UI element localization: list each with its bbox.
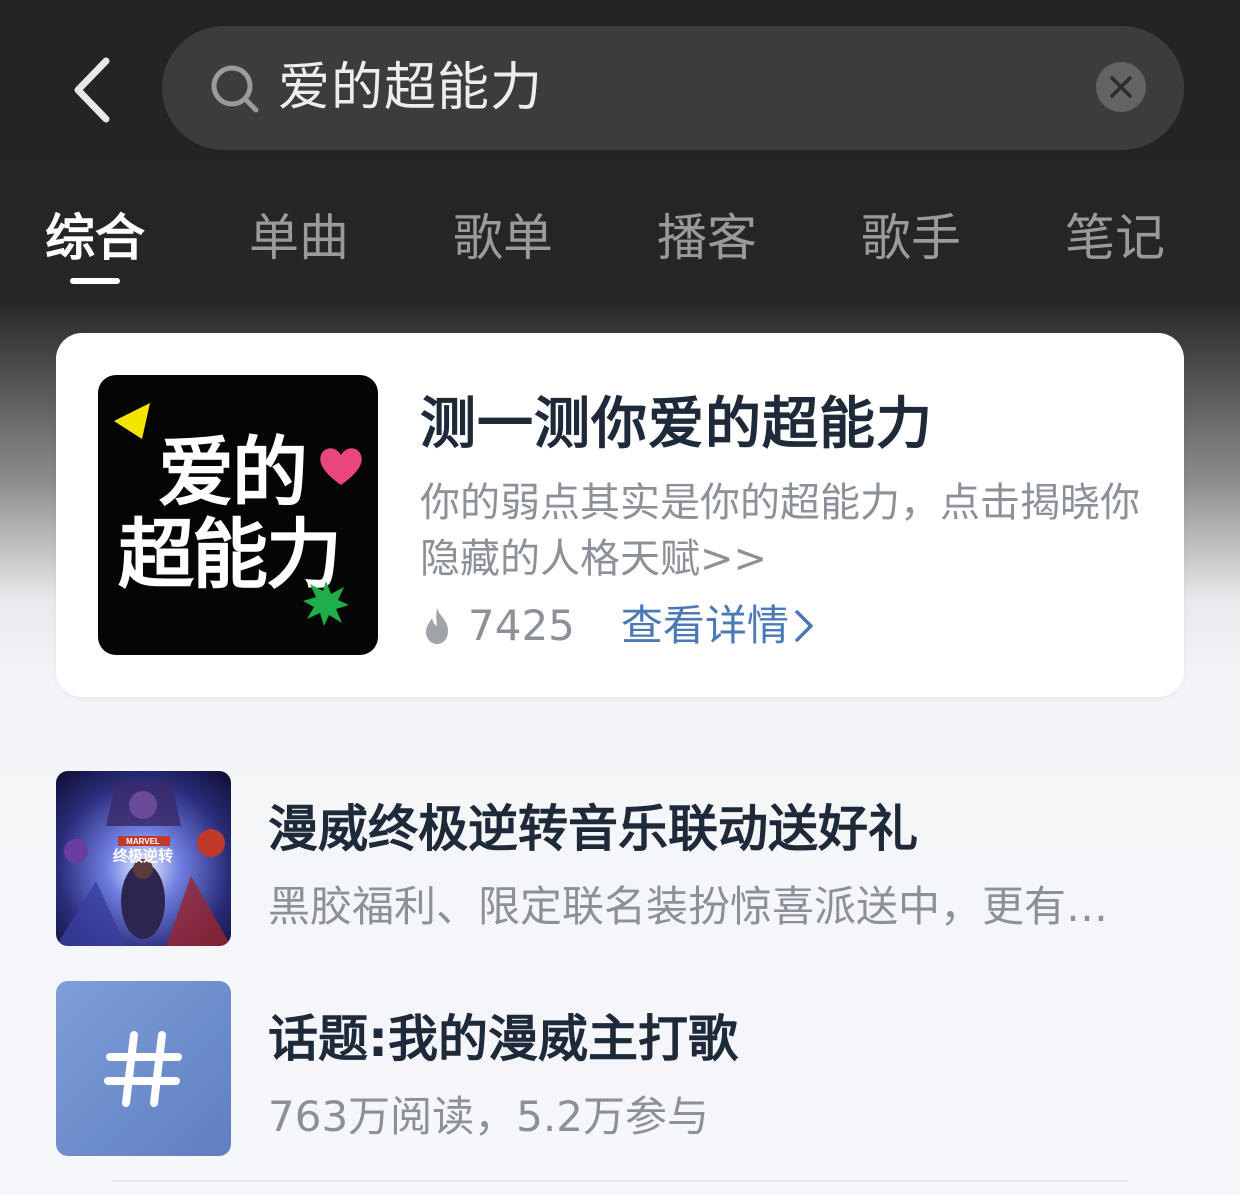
topic-thumbnail (56, 981, 231, 1156)
feature-cover: 爱的 超能力 (98, 375, 378, 655)
active-tab-indicator (70, 278, 120, 284)
search-icon (211, 65, 259, 113)
search-query-text[interactable]: 爱的超能力 (278, 56, 543, 120)
clear-search-button[interactable] (1096, 62, 1146, 112)
marvel-event-thumbnail: MARVEL 终极逆转 (56, 771, 231, 946)
result-item-topic[interactable]: 话题:我的漫威主打歌 763万阅读，5.2万参与 (56, 981, 1184, 1157)
hot-count: 7425 (468, 601, 575, 650)
chevron-right-icon (795, 610, 813, 642)
result-item-marvel-event[interactable]: MARVEL 终极逆转 漫威终极逆转音乐联动送好礼 黑胶福利、限定联名装扮惊喜派… (56, 771, 1184, 947)
view-details-link[interactable]: 查看详情 (621, 599, 815, 653)
tab-artists[interactable]: 歌手 (846, 200, 976, 276)
tab-podcasts[interactable]: 播客 (642, 200, 772, 276)
heart-icon (320, 448, 362, 485)
back-button[interactable] (62, 50, 122, 130)
feature-card[interactable]: 爱的 超能力 测一测你爱的超能力 你的弱点其实是你的超能力，点击揭晓你隐藏的人格… (56, 333, 1184, 697)
fire-icon (426, 608, 448, 644)
tab-songs[interactable]: 单曲 (234, 200, 364, 276)
feature-stats: 7425 查看详情 (420, 599, 815, 653)
marvel-poster-image: MARVEL 终极逆转 (56, 771, 231, 946)
feature-description: 你的弱点其实是你的超能力，点击揭晓你隐藏的人格天赋>> (420, 480, 1140, 582)
topic-stats: 763万阅读，5.2万参与 (268, 1092, 709, 1141)
hashtag-icon (103, 1030, 182, 1107)
tab-comprehensive[interactable]: 综合 (30, 200, 160, 276)
tab-notes[interactable]: 笔记 (1050, 200, 1180, 276)
close-icon (1110, 76, 1132, 98)
view-details-label: 查看详情 (620, 601, 789, 650)
list-divider (112, 1180, 1128, 1182)
marvel-brand: MARVEL (126, 837, 160, 846)
marvel-event-title: 漫威终极逆转音乐联动送好礼 (268, 800, 918, 858)
cover-text-line1: 爱的 (158, 428, 308, 517)
topic-title: 话题:我的漫威主打歌 (268, 1010, 738, 1068)
marvel-event-subtitle: 黑胶福利、限定联名装扮惊喜派送中，更有趣... (268, 882, 1138, 931)
tab-playlists[interactable]: 歌单 (438, 200, 568, 276)
search-input[interactable]: 爱的超能力 (162, 26, 1184, 150)
star-burst-icon (303, 581, 349, 626)
result-tabs: 综合 单曲 歌单 播客 歌手 笔记 (0, 200, 1240, 290)
triangle-shape (114, 403, 150, 439)
chevron-left-icon (74, 57, 110, 123)
marvel-thumb-title: 终极逆转 (113, 847, 173, 865)
feature-title: 测一测你爱的超能力 (420, 392, 933, 457)
